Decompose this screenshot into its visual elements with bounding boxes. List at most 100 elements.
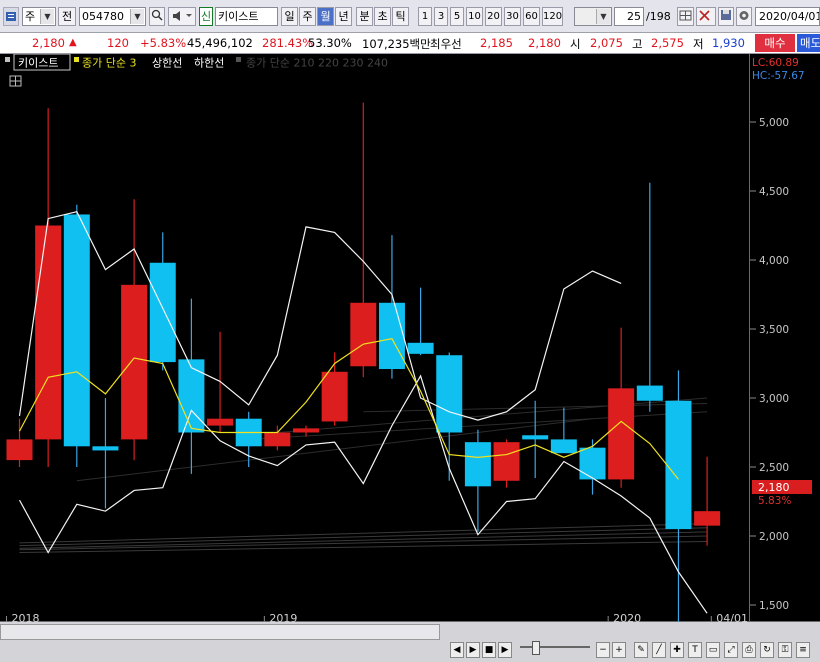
stop-button[interactable]: ■ — [482, 642, 496, 658]
chevron-down-icon: ▼ — [40, 9, 54, 24]
expand-button[interactable]: ⤢ — [724, 642, 738, 658]
price-change-pct: +5.83% — [140, 36, 187, 50]
chevron-down-icon: ▼ — [130, 9, 144, 24]
candle-body[interactable] — [63, 214, 90, 447]
interval-select[interactable]: ▼ — [574, 7, 612, 26]
candle-body[interactable] — [464, 442, 491, 487]
lock-button[interactable]: ⚿ — [778, 642, 792, 658]
search-button[interactable] — [149, 7, 165, 26]
candle-body[interactable] — [694, 511, 721, 526]
candle-body[interactable] — [665, 400, 692, 530]
trend-tool-button[interactable]: ╱ — [652, 642, 666, 658]
scroll-left-button[interactable]: ◀ — [450, 642, 464, 658]
zoom-in-button[interactable]: + — [612, 642, 626, 658]
legend-marker — [5, 57, 10, 62]
sound-button[interactable] — [168, 7, 196, 26]
quote-bar: 2,180 ▲ 120 +5.83% 45,496,102 281.43% 53… — [0, 33, 820, 54]
zoom-out-button[interactable]: − — [596, 642, 610, 658]
prev-button[interactable]: 전 — [58, 7, 76, 26]
stock-code-input[interactable]: 054780 ▼ — [79, 7, 146, 26]
buy-button[interactable]: 매수 — [755, 34, 795, 52]
legend-ma: 종가 단순 3 — [82, 57, 136, 70]
interval-button-1[interactable]: 1 — [418, 7, 432, 26]
legend-upper: 상한선 — [152, 57, 182, 70]
window-tool-button[interactable]: ▭ — [706, 642, 720, 658]
period-tab-5[interactable]: 초 — [374, 7, 391, 26]
price-chart[interactable]: 5,000 4,500 4,000 3,500 3,000 2,500 2,000 1,500… — [0, 54, 820, 622]
sell-button[interactable]: 매도 — [797, 34, 820, 52]
interval-button-20[interactable]: 20 — [485, 7, 502, 26]
interval-button-3[interactable]: 3 — [434, 7, 448, 26]
period-tab-6[interactable]: 틱 — [392, 7, 409, 26]
candle-body[interactable] — [522, 435, 549, 440]
scroll-right-button[interactable]: ▶ — [498, 642, 512, 658]
draw-tool-button[interactable]: ✎ — [634, 642, 648, 658]
candle-body[interactable] — [264, 432, 291, 447]
x-tick-label: 2019 — [269, 612, 297, 622]
lc-label: LC:60.89 — [752, 57, 799, 69]
current-price-tag-value: 2,180 — [758, 481, 790, 494]
legend-long-ma: 종가 단순 210 220 230 240 — [246, 57, 388, 70]
candle-body[interactable] — [178, 359, 205, 433]
y-tick-label: 4,000 — [759, 255, 789, 267]
text-tool-button[interactable]: T — [688, 642, 702, 658]
save-button[interactable] — [718, 7, 734, 26]
legend-marker — [74, 57, 79, 62]
grid-icon — [679, 10, 692, 21]
menu-button[interactable]: ≡ — [796, 642, 810, 658]
refresh-button[interactable]: ↻ — [760, 642, 774, 658]
period-tab-0[interactable]: 일 — [281, 7, 298, 26]
period-tab-3[interactable]: 년 — [335, 7, 352, 26]
print-button[interactable]: ⎙ — [742, 642, 756, 658]
zoom-slider-thumb[interactable] — [532, 641, 540, 655]
period-tab-4[interactable]: 분 — [356, 7, 373, 26]
period-tab-2[interactable]: 월 — [317, 7, 334, 26]
candle-body[interactable] — [149, 262, 176, 363]
candle-body[interactable] — [350, 302, 377, 367]
bottom-controls: ◀ ▶ ■ ▶ − + ✎ ╱ ✚ T ▭ ⤢ ⎙ ↻ ⚿ ≡ — [0, 622, 820, 662]
x-tick-label: 2018 — [12, 612, 40, 622]
cross-tool-button[interactable]: ✚ — [670, 642, 684, 658]
candle-body[interactable] — [6, 439, 33, 461]
best-bid: 2,180 — [528, 36, 561, 50]
candle-body[interactable] — [550, 439, 577, 454]
interval-button-60[interactable]: 60 — [523, 7, 540, 26]
data-button[interactable] — [677, 7, 694, 26]
date-field[interactable]: 2020/04/01 — [755, 7, 820, 26]
candle-body[interactable] — [407, 342, 434, 354]
candle-body[interactable] — [378, 302, 405, 370]
interval-button-10[interactable]: 10 — [466, 7, 483, 26]
candle-body[interactable] — [321, 371, 348, 422]
candle-body[interactable] — [608, 388, 635, 480]
chart-canvas[interactable]: 5,000 4,500 4,000 3,500 3,000 2,500 2,000 1,500… — [0, 54, 820, 622]
compare-button[interactable] — [696, 7, 716, 26]
high-price: 2,575 — [651, 36, 684, 50]
page-total: /198 — [646, 10, 671, 23]
horizontal-scrollbar[interactable] — [0, 624, 440, 640]
app-icon[interactable] — [3, 7, 19, 26]
play-button[interactable]: ▶ — [466, 642, 480, 658]
y-tick-label: 4,500 — [759, 186, 789, 198]
settings-button[interactable] — [736, 7, 752, 26]
candle-body[interactable] — [436, 355, 463, 433]
y-tick-label: 5,000 — [759, 117, 789, 129]
best-ask-label: 최우선 — [430, 37, 462, 51]
candle-body[interactable] — [579, 447, 606, 480]
interval-button-5[interactable]: 5 — [450, 7, 464, 26]
volume-ratio: 281.43% — [262, 36, 314, 50]
candle-body[interactable] — [35, 225, 62, 440]
zoom-slider[interactable] — [520, 646, 590, 648]
candle-body[interactable] — [293, 428, 319, 433]
candle-body[interactable] — [207, 418, 234, 426]
candle-body[interactable] — [121, 284, 148, 440]
interval-button-30[interactable]: 30 — [504, 7, 521, 26]
page-input[interactable]: 25 — [614, 7, 644, 26]
high-label: 고 — [632, 37, 643, 51]
candle-body[interactable] — [92, 446, 119, 451]
low-price: 1,930 — [712, 36, 745, 50]
candle-body[interactable] — [493, 442, 520, 481]
interval-button-120[interactable]: 120 — [542, 7, 563, 26]
candle-body[interactable] — [636, 385, 663, 401]
market-type-select[interactable]: 주 ▼ — [22, 7, 56, 26]
period-tab-1[interactable]: 주 — [299, 7, 316, 26]
